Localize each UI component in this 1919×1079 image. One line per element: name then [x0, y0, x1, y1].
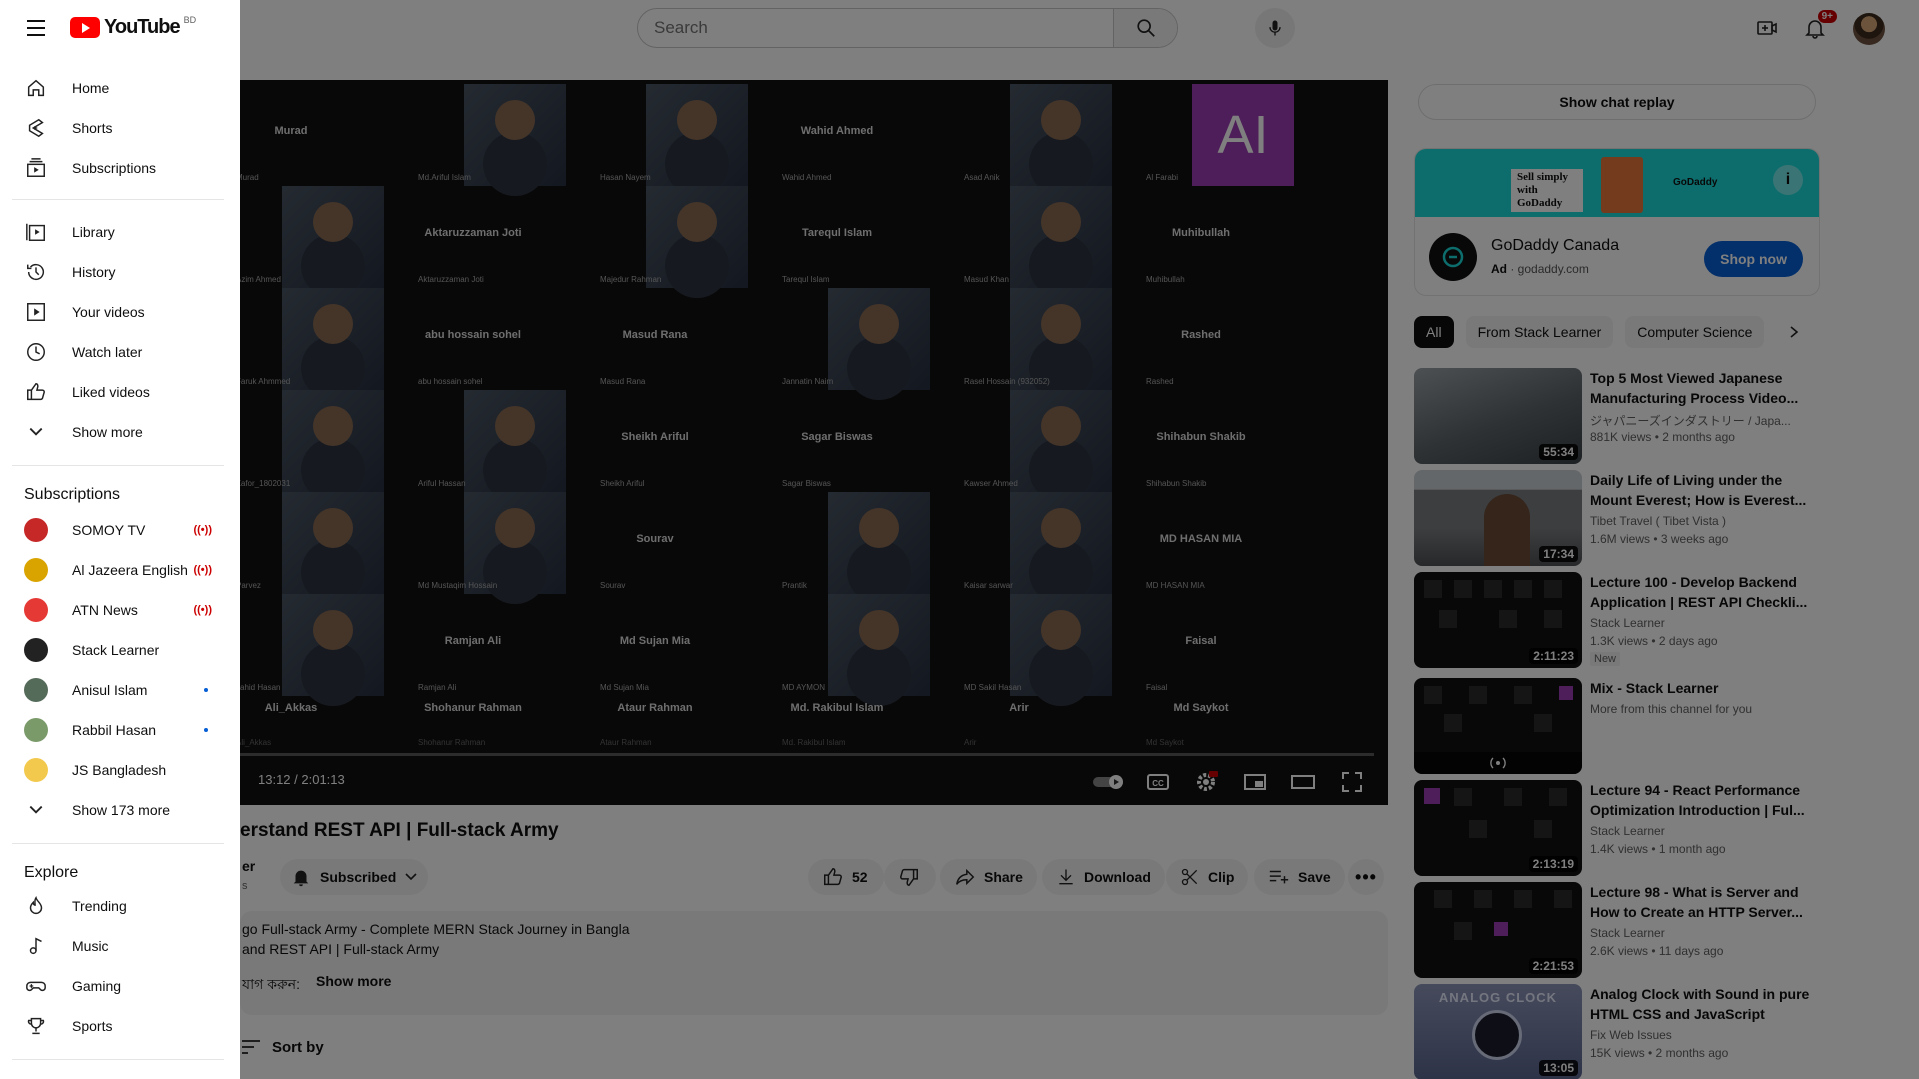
- sidebar-item-gaming[interactable]: Gaming: [12, 966, 224, 1006]
- sidebar-item-sports[interactable]: Sports: [12, 1006, 224, 1046]
- sidebar-show-more-subscriptions[interactable]: Show 173 more: [12, 790, 224, 830]
- channel-avatar: [24, 638, 48, 662]
- sidebar-item-label: Library: [72, 224, 115, 240]
- sidebar-item-label: Your videos: [72, 304, 145, 320]
- sidebar-item-label: Shorts: [72, 120, 113, 136]
- sidebar-item-history[interactable]: History: [12, 252, 224, 292]
- channel-avatar: [24, 718, 48, 742]
- chevron-down-icon: [29, 427, 43, 436]
- trophy-icon: [27, 1017, 45, 1035]
- youtube-play-icon: [70, 17, 100, 38]
- sidebar-item-liked-videos[interactable]: Liked videos: [12, 372, 224, 412]
- sidebar-item-library[interactable]: Library: [12, 212, 224, 252]
- sidebar-item-label: Stack Learner: [72, 642, 160, 658]
- guide-drawer: YouTube BD Home Shorts Subscriptions Lib…: [0, 0, 240, 1079]
- chevron-down-icon: [29, 805, 43, 814]
- thumbs-up-icon: [27, 383, 45, 401]
- home-icon: [27, 79, 45, 97]
- sidebar-item-home[interactable]: Home: [12, 68, 224, 108]
- sidebar-item-trending[interactable]: Trending: [12, 886, 224, 926]
- sidebar-item-shorts[interactable]: Shorts: [12, 108, 224, 148]
- scrim-overlay[interactable]: [0, 0, 1919, 1079]
- subscriptions-icon: [27, 158, 45, 177]
- sidebar-item-label: Liked videos: [72, 384, 150, 400]
- channel-avatar: [24, 598, 48, 622]
- sidebar-item-watch-later[interactable]: Watch later: [12, 332, 224, 372]
- sidebar-item-label: JS Bangladesh: [72, 762, 167, 778]
- explore-heading: Explore: [24, 864, 79, 881]
- sidebar-subscription-al-jazeera[interactable]: Al Jazeera English ((•)): [12, 550, 224, 590]
- sidebar-item-label: ATN News: [72, 602, 138, 618]
- sidebar-item-label: Home: [72, 80, 110, 96]
- sidebar-subscription-somoy-tv[interactable]: SOMOY TV ((•)): [12, 510, 224, 550]
- youtube-wordmark: YouTube: [104, 16, 181, 38]
- sidebar-subscription-rabbil-hasan[interactable]: Rabbil Hasan: [12, 710, 224, 750]
- sidebar-item-label: History: [72, 264, 116, 280]
- library-icon: [26, 223, 45, 241]
- sidebar-item-label: Music: [72, 938, 109, 954]
- divider: [12, 199, 224, 200]
- divider: [12, 465, 224, 466]
- new-content-dot: [204, 688, 208, 692]
- channel-avatar: [24, 678, 48, 702]
- sidebar-item-label: Watch later: [72, 344, 143, 360]
- divider: [12, 1059, 224, 1060]
- sidebar-item-label: Al Jazeera English: [72, 562, 188, 578]
- your-videos-icon: [27, 303, 45, 321]
- live-icon: ((•)): [193, 524, 212, 536]
- sidebar-show-more[interactable]: Show more: [12, 412, 224, 452]
- new-content-dot: [204, 728, 208, 732]
- trending-icon: [29, 895, 43, 914]
- shorts-icon: [28, 118, 44, 138]
- music-icon: [29, 937, 42, 955]
- drawer-header: YouTube BD: [0, 0, 240, 56]
- divider: [12, 843, 224, 844]
- sidebar-item-label: Anisul Islam: [72, 682, 148, 698]
- sidebar-item-label: Show more: [72, 424, 143, 440]
- live-icon: ((•)): [193, 604, 212, 616]
- sidebar-item-music[interactable]: Music: [12, 926, 224, 966]
- live-icon: ((•)): [193, 564, 212, 576]
- sidebar-subscription-anisul-islam[interactable]: Anisul Islam: [12, 670, 224, 710]
- youtube-logo[interactable]: YouTube BD: [70, 14, 197, 39]
- channel-avatar: [24, 518, 48, 542]
- channel-avatar: [24, 758, 48, 782]
- sidebar-item-label: Gaming: [72, 978, 122, 994]
- sidebar-subscription-stack-learner[interactable]: Stack Learner: [12, 630, 224, 670]
- hamburger-menu-icon[interactable]: [24, 16, 48, 40]
- sidebar-item-your-videos[interactable]: Your videos: [12, 292, 224, 332]
- gaming-icon: [26, 981, 46, 992]
- history-icon: [27, 263, 45, 281]
- watch-later-icon: [27, 343, 45, 361]
- subscriptions-heading: Subscriptions: [24, 486, 121, 503]
- sidebar-subscription-js-bangladesh[interactable]: JS Bangladesh: [12, 750, 224, 790]
- sidebar-item-label: Show 173 more: [72, 802, 171, 818]
- sidebar-item-subscriptions[interactable]: Subscriptions: [12, 148, 224, 188]
- channel-avatar: [24, 558, 48, 582]
- country-code: BD: [183, 14, 197, 25]
- sidebar-item-label: Trending: [72, 898, 127, 914]
- sidebar-item-label: Rabbil Hasan: [72, 722, 157, 738]
- sidebar-item-label: Subscriptions: [72, 160, 157, 176]
- sidebar-item-label: SOMOY TV: [72, 522, 146, 538]
- sidebar-item-label: Sports: [72, 1018, 113, 1034]
- sidebar-subscription-atn-news[interactable]: ATN News ((•)): [12, 590, 224, 630]
